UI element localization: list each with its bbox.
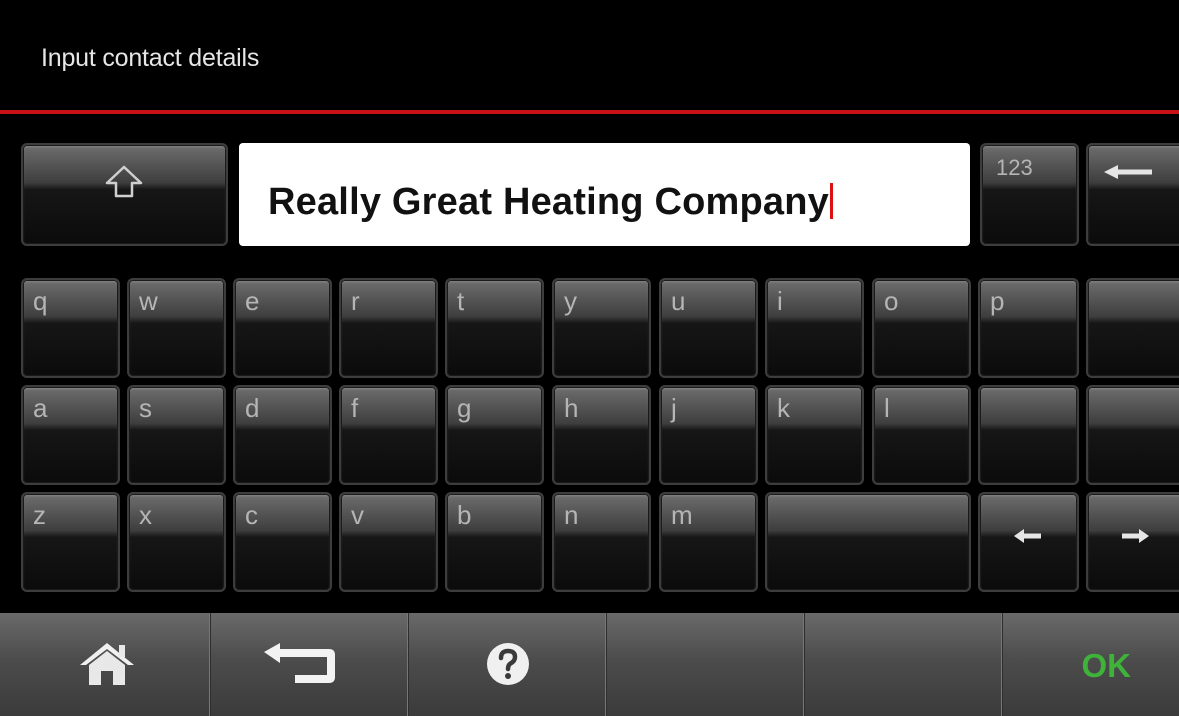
footer-blank-button-1[interactable] <box>607 613 805 716</box>
key-label: c <box>245 500 258 530</box>
shift-icon <box>105 165 143 198</box>
key-blank-r2a[interactable] <box>978 385 1079 485</box>
key-label: a <box>33 393 48 423</box>
key-q[interactable]: q <box>21 278 120 378</box>
key-b[interactable]: b <box>445 492 544 592</box>
key-label: e <box>245 286 260 316</box>
key-v[interactable]: v <box>339 492 438 592</box>
key-x[interactable]: x <box>127 492 226 592</box>
key-c[interactable]: c <box>233 492 332 592</box>
key-label: x <box>139 500 152 530</box>
numbers-key[interactable]: 123 <box>980 143 1079 246</box>
backspace-arrow-icon <box>1104 165 1152 179</box>
header-bar: Input contact details <box>0 0 1179 112</box>
footer-blank-button-2[interactable] <box>805 613 1003 716</box>
key-label: b <box>457 500 472 530</box>
key-label: p <box>990 286 1005 316</box>
back-arrow-icon <box>264 643 335 683</box>
key-z[interactable]: z <box>21 492 120 592</box>
key-label: u <box>671 286 686 316</box>
key-label: d <box>245 393 260 423</box>
text-caret <box>829 183 833 219</box>
key-blank-r1[interactable] <box>1086 278 1179 378</box>
key-h[interactable]: h <box>552 385 651 485</box>
key-label: i <box>777 286 783 316</box>
help-icon <box>487 643 529 685</box>
key-blank-r2b[interactable] <box>1086 385 1179 485</box>
key-k[interactable]: k <box>765 385 864 485</box>
key-m[interactable]: m <box>659 492 758 592</box>
key-a[interactable]: a <box>21 385 120 485</box>
key-label: j <box>671 393 677 423</box>
key-l[interactable]: l <box>872 385 971 485</box>
page-title: Input contact details <box>41 44 260 72</box>
footer-bar: OK <box>0 613 1179 716</box>
key-label: g <box>457 393 472 423</box>
key-label: f <box>351 393 359 423</box>
key-label: k <box>777 393 790 423</box>
cursor-left-key[interactable] <box>978 492 1079 592</box>
key-label: n <box>564 500 579 530</box>
key-label: m <box>671 500 693 530</box>
ok-button[interactable]: OK <box>1003 613 1179 716</box>
back-button[interactable] <box>211 613 409 716</box>
help-button[interactable] <box>409 613 607 716</box>
key-u[interactable]: u <box>659 278 758 378</box>
arrow-right-icon <box>1122 529 1149 543</box>
key-label: r <box>351 286 360 316</box>
key-f[interactable]: f <box>339 385 438 485</box>
key-label: s <box>139 393 152 423</box>
key-label: y <box>564 286 577 316</box>
key-label: o <box>884 286 899 316</box>
key-s[interactable]: s <box>127 385 226 485</box>
key-g[interactable]: g <box>445 385 544 485</box>
key-o[interactable]: o <box>872 278 971 378</box>
key-label: l <box>884 393 890 423</box>
shift-key[interactable] <box>21 143 228 246</box>
key-p[interactable]: p <box>978 278 1079 378</box>
key-e[interactable]: e <box>233 278 332 378</box>
backspace-key[interactable] <box>1086 143 1179 246</box>
key-label: z <box>33 500 46 530</box>
key-label: q <box>33 286 48 316</box>
key-label: w <box>139 286 158 316</box>
key-r[interactable]: r <box>339 278 438 378</box>
key-d[interactable]: d <box>233 385 332 485</box>
key-y[interactable]: y <box>552 278 651 378</box>
arrow-left-icon <box>1014 529 1041 543</box>
ok-label: OK <box>1081 647 1132 684</box>
home-button[interactable] <box>0 613 211 716</box>
key-j[interactable]: j <box>659 385 758 485</box>
key-label: h <box>564 393 579 423</box>
key-label: v <box>351 500 364 530</box>
key-t[interactable]: t <box>445 278 544 378</box>
key-w[interactable]: w <box>127 278 226 378</box>
home-icon <box>80 643 134 685</box>
space-key[interactable] <box>765 492 971 592</box>
key-i[interactable]: i <box>765 278 864 378</box>
contact-text-field[interactable]: Really Great Heating Company <box>239 143 970 246</box>
key-label: t <box>457 286 465 316</box>
numbers-key-label: 123 <box>996 155 1033 180</box>
key-n[interactable]: n <box>552 492 651 592</box>
field-value: Really Great Heating Company <box>268 181 829 223</box>
cursor-right-key[interactable] <box>1086 492 1179 592</box>
